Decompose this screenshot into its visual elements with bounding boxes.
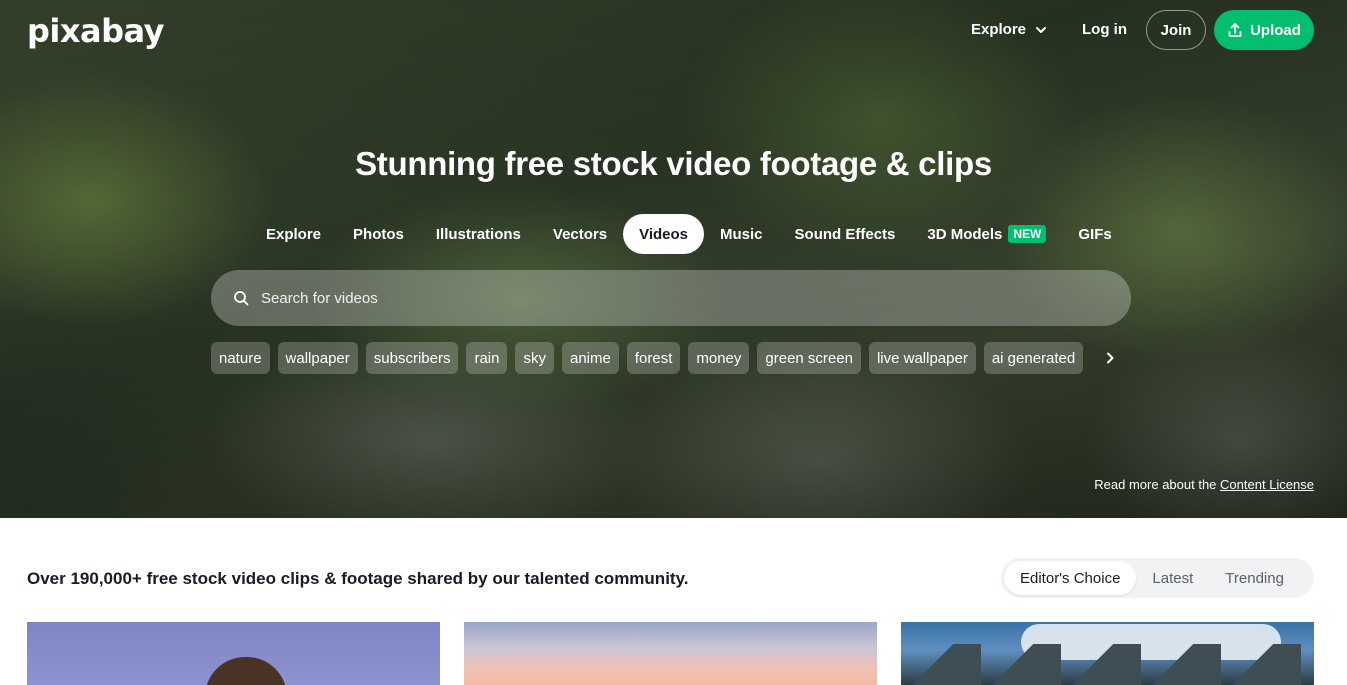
tab-3d-models-label: 3D Models	[927, 225, 1003, 243]
sort-editors-choice[interactable]: Editor's Choice	[1004, 561, 1137, 595]
tab-music[interactable]: Music	[704, 214, 779, 254]
sort-toggle: Editor's Choice Latest Trending	[1001, 558, 1314, 598]
upload-button[interactable]: Upload	[1214, 10, 1314, 50]
chip-forest[interactable]: forest	[626, 342, 681, 374]
search-bar[interactable]	[211, 270, 1131, 326]
chips-next-button[interactable]	[1098, 346, 1122, 370]
search-icon[interactable]	[233, 290, 249, 306]
video-thumbnail[interactable]	[27, 622, 440, 685]
chip-money[interactable]: money	[688, 342, 750, 374]
thumbnail-subject	[205, 657, 287, 685]
search-input[interactable]	[261, 289, 1081, 307]
chip-green-screen[interactable]: green screen	[757, 342, 861, 374]
chip-live-wallpaper[interactable]: live wallpaper	[868, 342, 976, 374]
nav-explore-label: Explore	[971, 21, 1027, 38]
tab-photos[interactable]: Photos	[337, 214, 420, 254]
page-headline: Stunning free stock video footage & clip…	[355, 145, 992, 182]
chip-anime[interactable]: anime	[561, 342, 619, 374]
gallery-subheading: Over 190,000+ free stock video clips & f…	[27, 569, 689, 588]
login-link[interactable]: Log in	[1082, 21, 1127, 38]
video-thumbnail[interactable]	[464, 622, 877, 685]
upload-icon	[1228, 23, 1242, 37]
media-type-tabs: Explore Photos Illustrations Vectors Vid…	[250, 214, 1128, 254]
sort-trending[interactable]: Trending	[1209, 561, 1300, 595]
sort-latest[interactable]: Latest	[1136, 561, 1209, 595]
tab-sound-effects[interactable]: Sound Effects	[779, 214, 912, 254]
chip-ai-generated[interactable]: ai generated	[983, 342, 1084, 374]
suggested-searches: nature wallpaper subscribers rain sky an…	[211, 342, 1084, 374]
chip-wallpaper[interactable]: wallpaper	[277, 342, 358, 374]
chip-rain[interactable]: rain	[466, 342, 508, 374]
tab-gifs[interactable]: GIFs	[1062, 214, 1127, 254]
chip-nature[interactable]: nature	[211, 342, 270, 374]
tab-vectors[interactable]: Vectors	[537, 214, 623, 254]
tab-videos[interactable]: Videos	[623, 214, 705, 254]
chevron-down-icon	[1036, 26, 1047, 33]
pixabay-logo[interactable]: pixabay	[27, 12, 164, 50]
tab-3d-models[interactable]: 3D Models NEW	[911, 214, 1062, 254]
hero-banner: pixabay Explore Log in Join Upload Stunn…	[0, 0, 1347, 518]
license-prefix: Read more about the	[1094, 477, 1217, 492]
video-thumbnail[interactable]	[901, 622, 1314, 685]
upload-label: Upload	[1250, 21, 1301, 39]
chip-sky[interactable]: sky	[515, 342, 554, 374]
new-badge: NEW	[1008, 225, 1047, 243]
thumbnail-mountains	[901, 644, 1314, 685]
nav-explore-menu[interactable]: Explore	[971, 21, 1048, 38]
content-license-note: Read more about the Content License	[1094, 477, 1314, 492]
chip-subscribers[interactable]: subscribers	[365, 342, 459, 374]
tab-illustrations[interactable]: Illustrations	[420, 214, 537, 254]
tab-explore[interactable]: Explore	[250, 214, 337, 254]
content-license-link[interactable]: Content License	[1220, 477, 1314, 492]
join-button[interactable]: Join	[1146, 10, 1206, 50]
chevron-right-icon	[1107, 352, 1114, 364]
